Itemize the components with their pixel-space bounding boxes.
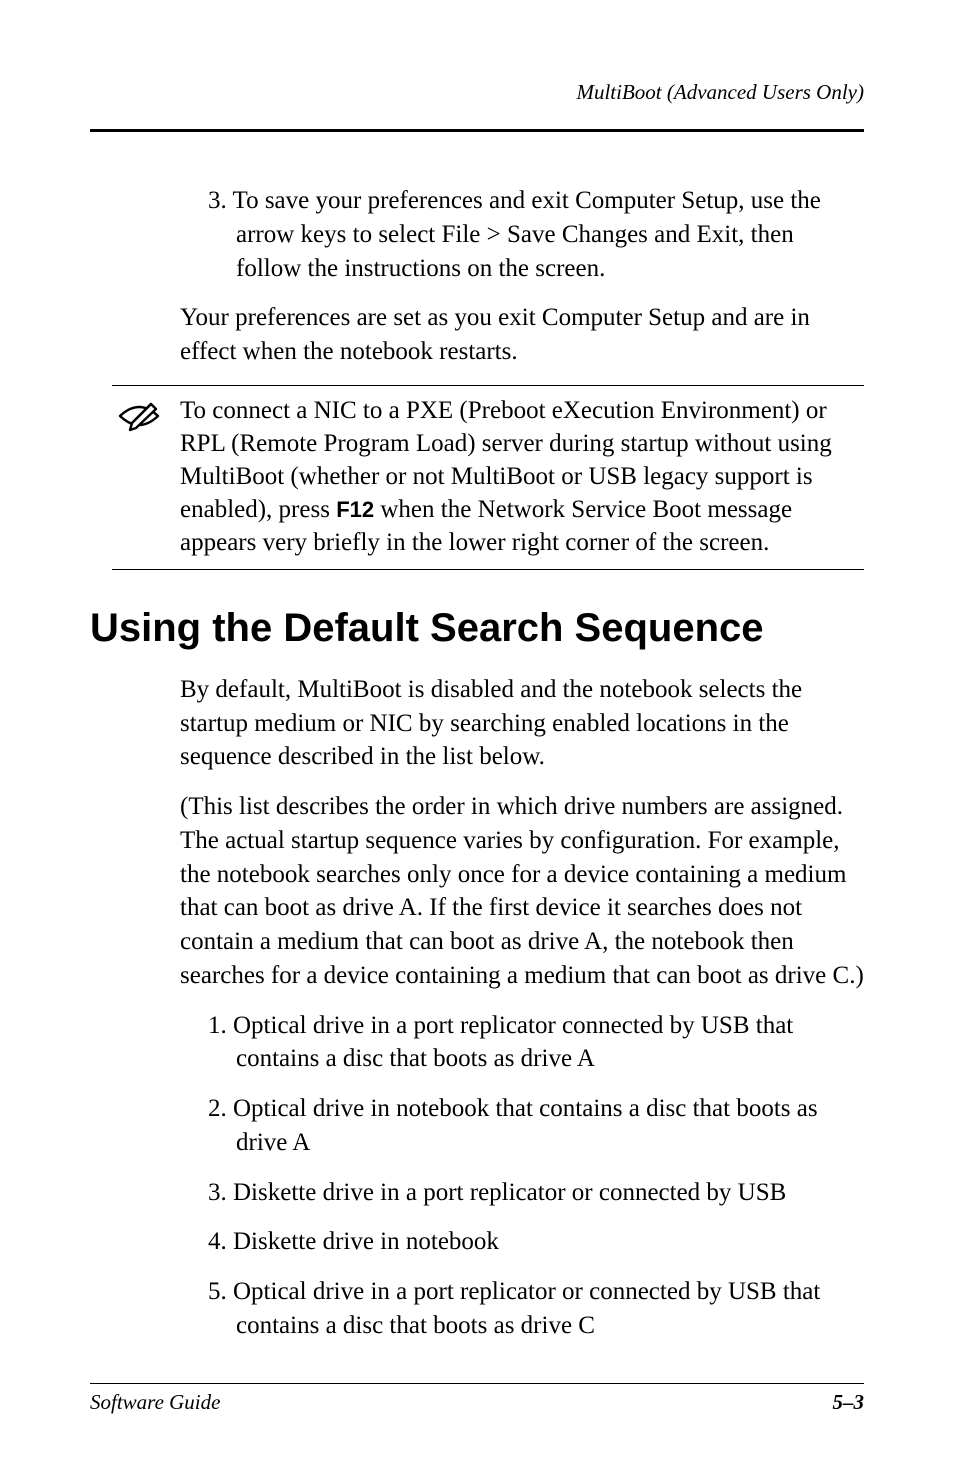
step-3: 3. To save your preferences and exit Com… xyxy=(208,184,864,285)
list-num: 1. xyxy=(208,1012,227,1039)
list-item: 4. Diskette drive in notebook xyxy=(208,1225,864,1259)
section-title: Using the Default Search Sequence xyxy=(90,606,864,651)
para-paren: (This list describes the order in which … xyxy=(180,790,864,993)
para-intro: By default, MultiBoot is disabled and th… xyxy=(180,673,864,774)
list-num: 3. xyxy=(208,1179,227,1206)
list-text: Diskette drive in a port replicator or c… xyxy=(227,1179,787,1206)
note-text: To connect a NIC to a PXE (Preboot eXecu… xyxy=(180,394,864,559)
list-text: Optical drive in notebook that contains … xyxy=(227,1095,818,1156)
pencil-note-icon xyxy=(112,392,166,445)
header-rule xyxy=(90,129,864,132)
footer-rule xyxy=(90,1383,864,1384)
list-num: 2. xyxy=(208,1095,227,1122)
para-after-steps: Your preferences are set as you exit Com… xyxy=(180,301,864,369)
list-num: 5. xyxy=(208,1278,227,1305)
note-key: F12 xyxy=(336,497,374,522)
list-text: Optical drive in a port replicator or co… xyxy=(227,1278,821,1339)
list-num: 4. xyxy=(208,1228,227,1255)
footer-right: 5–3 xyxy=(833,1390,865,1415)
step-3-text: To save your preferences and exit Comput… xyxy=(227,187,821,282)
list-item: 5. Optical drive in a port replicator or… xyxy=(208,1275,864,1343)
list-text: Diskette drive in notebook xyxy=(227,1228,499,1255)
page-footer: Software Guide 5–3 xyxy=(90,1383,864,1415)
note-block: To connect a NIC to a PXE (Preboot eXecu… xyxy=(112,385,864,570)
list-text: Optical drive in a port replicator conne… xyxy=(227,1012,794,1073)
list-item: 3. Diskette drive in a port replicator o… xyxy=(208,1176,864,1210)
list-item: 2. Optical drive in notebook that contai… xyxy=(208,1092,864,1160)
list-item: 1. Optical drive in a port replicator co… xyxy=(208,1009,864,1077)
running-header: MultiBoot (Advanced Users Only) xyxy=(90,80,864,105)
footer-left: Software Guide xyxy=(90,1390,220,1415)
step-3-num: 3. xyxy=(208,187,227,214)
